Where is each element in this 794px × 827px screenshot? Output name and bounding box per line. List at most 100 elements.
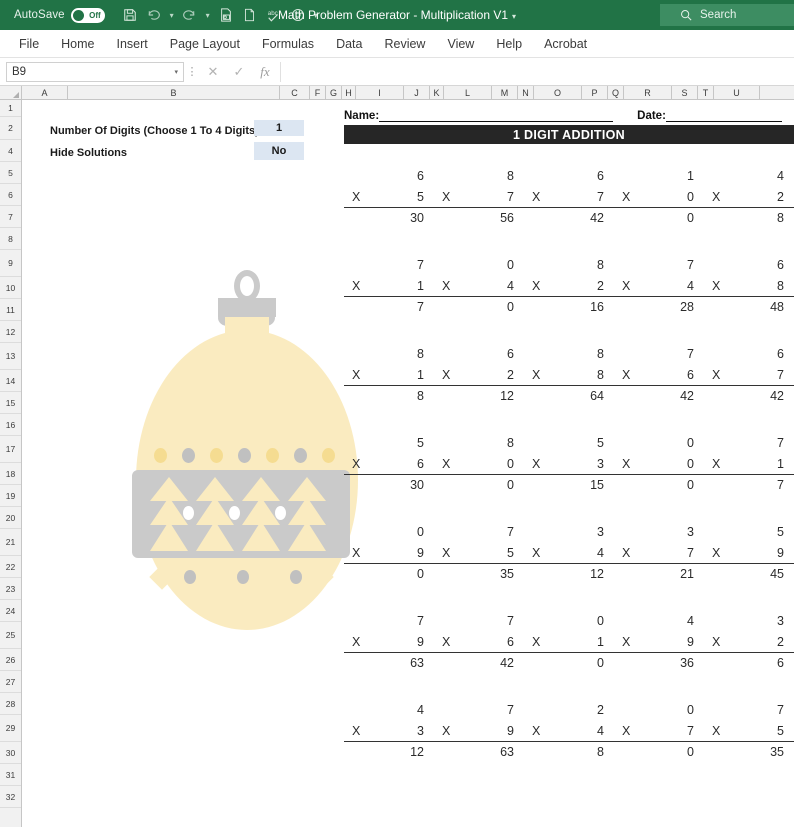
row-header-11[interactable]: 11 <box>0 299 21 321</box>
digits-setting-value[interactable]: 1 <box>254 120 304 136</box>
column-header-H[interactable]: H <box>342 86 356 99</box>
problem-cell[interactable]: 6 X 8 48 <box>704 254 794 317</box>
row-header-22[interactable]: 22 <box>0 556 21 578</box>
name-box[interactable]: B9 ▾ <box>6 61 184 82</box>
column-header-C[interactable]: C <box>280 86 310 99</box>
problem-cell[interactable]: 7 X 6 42 <box>614 343 704 406</box>
row-header-4[interactable]: 4 <box>0 140 21 162</box>
row-header-7[interactable]: 7 <box>0 206 21 228</box>
problem-cell[interactable]: 8 X 0 0 <box>434 432 524 495</box>
problem-cell[interactable]: 7 X 9 63 <box>434 699 524 762</box>
row-header-16[interactable]: 16 <box>0 414 21 436</box>
row-header-6[interactable]: 6 <box>0 184 21 206</box>
name-field-rule[interactable] <box>379 111 614 122</box>
row-header-2[interactable]: 2 <box>0 117 21 140</box>
row-header-28[interactable]: 28 <box>0 693 21 715</box>
redo-dropdown-caret-icon[interactable]: ▾ <box>203 5 213 25</box>
save-icon[interactable] <box>119 4 141 26</box>
problem-cell[interactable]: 7 X 1 7 <box>704 432 794 495</box>
problem-cell[interactable]: 4 X 2 8 <box>704 165 794 228</box>
undo-icon[interactable] <box>143 4 165 26</box>
select-all-corner[interactable] <box>0 86 22 99</box>
row-header-27[interactable]: 27 <box>0 671 21 693</box>
problem-cell[interactable]: 8 X 8 64 <box>524 343 614 406</box>
spelling-icon[interactable]: abc <box>263 4 285 26</box>
column-header-O[interactable]: O <box>534 86 582 99</box>
row-header-10[interactable]: 10 <box>0 277 21 299</box>
row-header-32[interactable]: 32 <box>0 786 21 808</box>
row-header-8[interactable]: 8 <box>0 228 21 250</box>
ribbon-tab-insert[interactable]: Insert <box>106 33 159 55</box>
row-header-13[interactable]: 13 <box>0 343 21 370</box>
row-header-20[interactable]: 20 <box>0 507 21 529</box>
row-header-23[interactable]: 23 <box>0 578 21 600</box>
column-header-T[interactable]: T <box>698 86 714 99</box>
problem-cell[interactable]: 4 X 9 36 <box>614 610 704 673</box>
touch-mode-icon[interactable] <box>287 4 309 26</box>
problem-cell[interactable]: 5 X 9 45 <box>704 521 794 584</box>
sheet-canvas[interactable]: Number Of Digits (Choose 1 To 4 Digits) … <box>22 100 794 827</box>
ribbon-tab-help[interactable]: Help <box>485 33 533 55</box>
insert-function-icon[interactable]: fx <box>252 61 278 83</box>
problem-cell[interactable]: 7 X 9 63 <box>344 610 434 673</box>
problem-cell[interactable]: 7 X 4 28 <box>614 254 704 317</box>
row-header-17[interactable]: 17 <box>0 436 21 463</box>
column-header-I[interactable]: I <box>356 86 404 99</box>
problem-cell[interactable]: 7 X 5 35 <box>704 699 794 762</box>
problem-cell[interactable]: 2 X 4 8 <box>524 699 614 762</box>
name-box-caret-icon[interactable]: ▾ <box>174 68 178 76</box>
print-preview-icon[interactable] <box>215 4 237 26</box>
row-header-21[interactable]: 21 <box>0 529 21 556</box>
problem-cell[interactable]: 8 X 2 16 <box>524 254 614 317</box>
column-header-B[interactable]: B <box>68 86 280 99</box>
row-header-31[interactable]: 31 <box>0 764 21 786</box>
row-header-15[interactable]: 15 <box>0 392 21 414</box>
column-header-U[interactable]: U <box>714 86 760 99</box>
confirm-formula-icon[interactable]: ✓ <box>226 61 252 83</box>
problem-cell[interactable]: 6 X 2 12 <box>434 343 524 406</box>
problem-cell[interactable]: 3 X 2 6 <box>704 610 794 673</box>
problem-cell[interactable]: 0 X 7 0 <box>614 699 704 762</box>
search-box[interactable]: Search <box>660 4 794 26</box>
problem-cell[interactable]: 8 X 7 56 <box>434 165 524 228</box>
row-header-12[interactable]: 12 <box>0 321 21 343</box>
problem-cell[interactable]: 7 X 5 35 <box>434 521 524 584</box>
ribbon-tab-file[interactable]: File <box>8 33 50 55</box>
row-header-18[interactable]: 18 <box>0 463 21 485</box>
row-header-26[interactable]: 26 <box>0 649 21 671</box>
hide-solutions-value[interactable]: No <box>254 142 304 160</box>
row-header-5[interactable]: 5 <box>0 162 21 184</box>
date-field-rule[interactable] <box>665 111 782 122</box>
ribbon-tab-formulas[interactable]: Formulas <box>251 33 325 55</box>
problem-cell[interactable]: 5 X 6 30 <box>344 432 434 495</box>
problem-cell[interactable]: 0 X 9 0 <box>344 521 434 584</box>
problem-cell[interactable]: 3 X 4 12 <box>524 521 614 584</box>
column-header-N[interactable]: N <box>518 86 534 99</box>
column-header-P[interactable]: P <box>582 86 608 99</box>
column-header-K[interactable]: K <box>430 86 444 99</box>
problem-cell[interactable]: 7 X 1 7 <box>344 254 434 317</box>
column-header-M[interactable]: M <box>492 86 518 99</box>
ribbon-tab-review[interactable]: Review <box>373 33 436 55</box>
new-document-icon[interactable] <box>239 4 261 26</box>
row-header-1[interactable]: 1 <box>0 100 21 117</box>
row-header-19[interactable]: 19 <box>0 485 21 507</box>
problem-cell[interactable]: 4 X 3 12 <box>344 699 434 762</box>
row-header-30[interactable]: 30 <box>0 742 21 764</box>
cancel-formula-icon[interactable]: ✕ <box>200 61 226 83</box>
column-header-L[interactable]: L <box>444 86 492 99</box>
column-header-Q[interactable]: Q <box>608 86 624 99</box>
column-header-G[interactable]: G <box>326 86 342 99</box>
ribbon-tab-view[interactable]: View <box>436 33 485 55</box>
problem-cell[interactable]: 0 X 4 0 <box>434 254 524 317</box>
undo-dropdown-caret-icon[interactable]: ▾ <box>167 5 177 25</box>
ribbon-tab-acrobat[interactable]: Acrobat <box>533 33 598 55</box>
row-header-24[interactable]: 24 <box>0 600 21 622</box>
problem-cell[interactable]: 6 X 7 42 <box>704 343 794 406</box>
problem-cell[interactable]: 1 X 0 0 <box>614 165 704 228</box>
autosave-control[interactable]: AutoSave Off <box>14 7 105 23</box>
formula-input[interactable] <box>280 61 792 82</box>
problem-cell[interactable]: 3 X 7 21 <box>614 521 704 584</box>
problem-cell[interactable]: 5 X 3 15 <box>524 432 614 495</box>
redo-icon[interactable] <box>179 4 201 26</box>
